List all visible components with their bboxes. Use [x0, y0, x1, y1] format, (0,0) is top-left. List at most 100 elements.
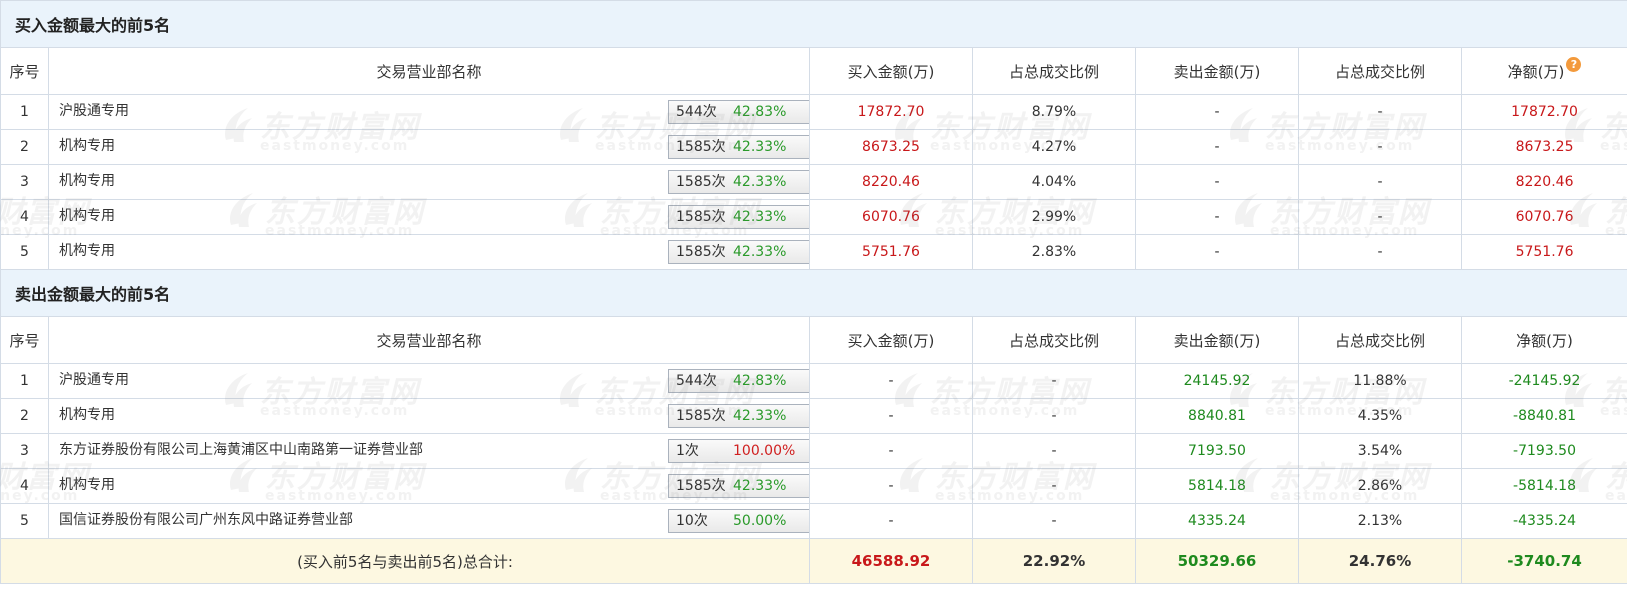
total-sell-pct: 24.76%: [1298, 538, 1462, 584]
row-name-cell: 机构专用 1585次 42.33%: [48, 398, 810, 434]
row-sell-pct: -: [1298, 94, 1462, 130]
row-name-cell: 国信证券股份有限公司广州东风中路证券营业部 10次 50.00%: [48, 503, 810, 539]
table-row: 1沪股通专用544次42.83%?--24145.9211.88%-24145.…: [0, 363, 1627, 399]
branch-name: 机构专用: [59, 477, 115, 493]
col-header-buy-pct: 占总成交比例: [972, 47, 1136, 95]
row-name-cell: 机构专用 1585次 42.33%: [48, 234, 810, 270]
row-net: 17872.70: [1460, 94, 1627, 130]
row-buy: 17872.70: [809, 94, 973, 130]
row-name-cell: 机构专用 1585次 42.33%: [48, 199, 810, 235]
trade-count: 1585次: [676, 139, 726, 155]
branch-stats-badge[interactable]: 544次42.83%?: [668, 369, 809, 393]
branch-stats-badge[interactable]: 1585次 42.33%: [668, 474, 809, 498]
row-sell: -: [1135, 199, 1299, 235]
row-name-cell: 机构专用 1585次 42.33%: [48, 468, 810, 504]
branch-stats-badge[interactable]: 1次 100.00%: [668, 439, 809, 463]
win-rate: 42.33%: [733, 244, 787, 260]
row-sell-pct: -: [1298, 164, 1462, 200]
table-row: 1沪股通专用544次42.83%?17872.708.79%--17872.70: [0, 94, 1627, 130]
buy-header-row: 序号 交易营业部名称 买入金额(万) 占总成交比例 卖出金额(万) 占总成交比例…: [0, 47, 1627, 95]
col-header-name: 交易营业部名称: [48, 316, 810, 364]
branch-stats-badge[interactable]: 10次 50.00%: [668, 509, 809, 533]
win-rate: 42.83%: [733, 373, 787, 389]
trade-count: 1585次: [676, 244, 726, 260]
row-buy: -: [809, 398, 973, 434]
row-buy-pct: -: [972, 398, 1136, 434]
row-seq: 1: [0, 94, 49, 130]
branch-stats-badge[interactable]: 1585次 42.33%: [668, 135, 809, 159]
row-name-cell: 沪股通专用544次42.83%?: [48, 363, 810, 399]
row-buy: 8673.25: [809, 129, 973, 165]
row-buy: 5751.76: [809, 234, 973, 270]
col-header-sell: 卖出金额(万): [1135, 47, 1299, 95]
row-sell: 24145.92: [1135, 363, 1299, 399]
row-name-cell: 东方证券股份有限公司上海黄浦区中山南路第一证券营业部 1次 100.00%: [48, 433, 810, 469]
row-net: 8220.46: [1460, 164, 1627, 200]
branch-stats-badge[interactable]: 544次42.83%?: [668, 100, 809, 124]
table-row: 5 机构专用 1585次 42.33% 5751.76 2.83% - -5751.76: [0, 234, 1627, 270]
row-net: 6070.76: [1460, 199, 1627, 235]
row-net: -7193.50: [1460, 433, 1627, 469]
win-rate: 42.33%: [733, 209, 787, 225]
row-seq: 5: [0, 503, 49, 539]
table-row: 3 东方证券股份有限公司上海黄浦区中山南路第一证券营业部 1次 100.00% - -71…: [0, 433, 1627, 469]
row-buy: -: [809, 468, 973, 504]
branch-stats-badge[interactable]: 1585次 42.33%: [668, 170, 809, 194]
total-buy: 46588.92: [809, 538, 973, 584]
table-row: 2 机构专用 1585次 42.33% - -8840.81 4.35% -8840.81: [0, 398, 1627, 434]
lhb-table: 买入金额最大的前5名 序号 交易营业部名称 买入金额(万) 占总成交比例 卖出金…: [0, 0, 1627, 584]
total-net: -3740.74: [1460, 538, 1627, 584]
row-net: -4335.24: [1460, 503, 1627, 539]
trade-count: 1585次: [676, 209, 726, 225]
row-buy-pct: -: [972, 363, 1136, 399]
win-rate: 100.00%: [733, 443, 796, 459]
row-buy-pct: 4.04%: [972, 164, 1136, 200]
row-seq: 4: [0, 468, 49, 504]
table-row: 4 机构专用 1585次 42.33% 6070.76 2.99% - -6070.76: [0, 199, 1627, 235]
trade-count: 1585次: [676, 478, 726, 494]
row-buy-pct: 2.99%: [972, 199, 1136, 235]
row-name-cell: 机构专用 1585次 42.33%: [48, 129, 810, 165]
branch-stats-badge[interactable]: 1585次 42.33%: [668, 404, 809, 428]
win-rate: 42.33%: [733, 408, 787, 424]
row-buy: 8220.46: [809, 164, 973, 200]
row-sell: -: [1135, 94, 1299, 130]
col-header-buy: 买入金额(万): [809, 47, 973, 95]
col-header-net: 净额(万): [1460, 316, 1627, 364]
row-name-cell: 机构专用 1585次 42.33%: [48, 164, 810, 200]
branch-name: 机构专用: [59, 173, 115, 189]
row-buy: -: [809, 363, 973, 399]
row-seq: 2: [0, 129, 49, 165]
branch-stats-badge[interactable]: 1585次 42.33%: [668, 240, 809, 264]
trade-count: 544次: [676, 373, 717, 389]
row-sell-pct: 2.86%: [1298, 468, 1462, 504]
question-icon[interactable]: ?: [1566, 56, 1582, 72]
row-buy-pct: -: [972, 433, 1136, 469]
sell-section-title: 卖出金额最大的前5名: [0, 269, 1627, 317]
win-rate: 42.33%: [733, 174, 787, 190]
sell-section-title-row: 卖出金额最大的前5名: [0, 269, 1627, 317]
total-row: (买入前5名与卖出前5名)总合计: 46588.92 22.92% 50329.…: [0, 538, 1627, 584]
trade-count: 1次: [676, 443, 699, 459]
row-seq: 2: [0, 398, 49, 434]
col-header-sell-pct: 占总成交比例: [1298, 47, 1462, 95]
branch-stats-badge[interactable]: 1585次 42.33%: [668, 205, 809, 229]
row-buy-pct: -: [972, 503, 1136, 539]
col-header-buy: 买入金额(万): [809, 316, 973, 364]
sell-header-row: 序号 交易营业部名称 买入金额(万) 占总成交比例 卖出金额(万) 占总成交比例…: [0, 316, 1627, 364]
col-header-buy-pct: 占总成交比例: [972, 316, 1136, 364]
row-sell-pct: 2.13%: [1298, 503, 1462, 539]
col-header-seq: 序号: [0, 316, 49, 364]
row-buy: -: [809, 433, 973, 469]
branch-name: 机构专用: [59, 243, 115, 259]
branch-name: 机构专用: [59, 208, 115, 224]
branch-name: 沪股通专用: [59, 103, 129, 119]
buy-section-title-row: 买入金额最大的前5名: [0, 0, 1627, 48]
branch-name: 国信证券股份有限公司广州东风中路证券营业部: [59, 512, 353, 528]
trade-count: 544次: [676, 104, 717, 120]
win-rate: 50.00%: [733, 513, 787, 529]
trade-count: 1585次: [676, 408, 726, 424]
win-rate: 42.33%: [733, 478, 787, 494]
col-header-sell-pct: 占总成交比例: [1298, 316, 1462, 364]
row-seq: 3: [0, 164, 49, 200]
